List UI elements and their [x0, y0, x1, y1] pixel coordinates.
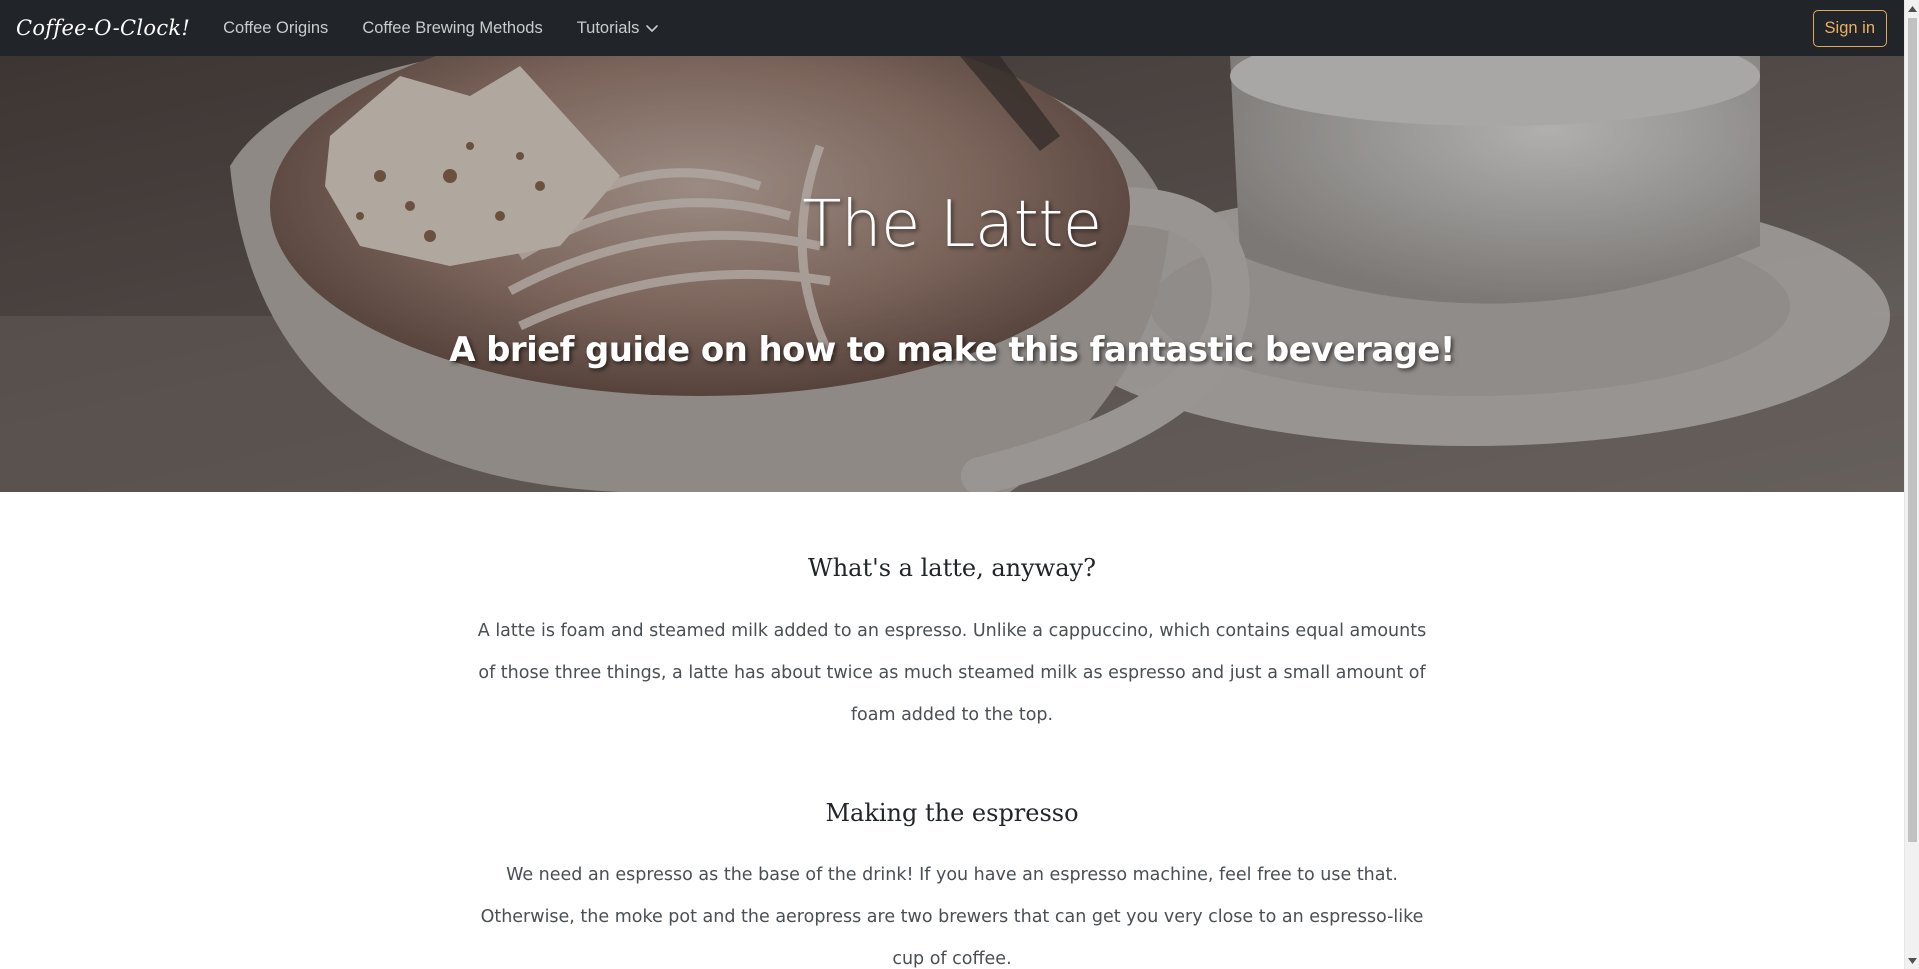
nav-link-brewing-methods[interactable]: Coffee Brewing Methods [362, 19, 542, 38]
top-navbar: Coffee-O-Clock! Coffee Origins Coffee Br… [0, 0, 1904, 56]
scroll-up-button[interactable] [1905, 0, 1919, 17]
nav-link-coffee-origins[interactable]: Coffee Origins [223, 19, 328, 38]
nav-dropdown-tutorials[interactable]: Tutorials [577, 19, 661, 38]
nav-link-label: Tutorials [576, 18, 640, 37]
section-paragraph-what-is-latte: A latte is foam and steamed milk added t… [477, 621, 1427, 725]
vertical-scrollbar[interactable] [1904, 0, 1919, 969]
chevron-down-icon [646, 25, 659, 32]
brand-logo-link[interactable]: Coffee-O-Clock! [16, 16, 190, 40]
page: Coffee-O-Clock! Coffee Origins Coffee Br… [0, 0, 1904, 969]
nav-link-label: Coffee Brewing Methods [362, 18, 543, 37]
sign-in-button[interactable]: Sign in [1812, 10, 1887, 47]
hero-background-image [0, 56, 1904, 492]
hero-subtitle: A brief guide on how to make this fantas… [449, 330, 1455, 370]
arrow-down-icon [1908, 957, 1917, 964]
section-heading-making-espresso: Making the espresso [825, 799, 1079, 827]
hero-title: The Latte [802, 188, 1102, 262]
nav-link-label: Coffee Origins [223, 18, 329, 37]
hero-banner: The Latte A brief guide on how to make t… [0, 56, 1904, 492]
arrow-up-icon [1908, 5, 1917, 12]
section-heading-what-is-latte: What's a latte, anyway? [808, 554, 1096, 582]
scroll-down-button[interactable] [1905, 952, 1919, 969]
scrollbar-thumb[interactable] [1908, 18, 1917, 842]
section-paragraph-making-espresso: We need an espresso as the base of the d… [480, 865, 1424, 969]
